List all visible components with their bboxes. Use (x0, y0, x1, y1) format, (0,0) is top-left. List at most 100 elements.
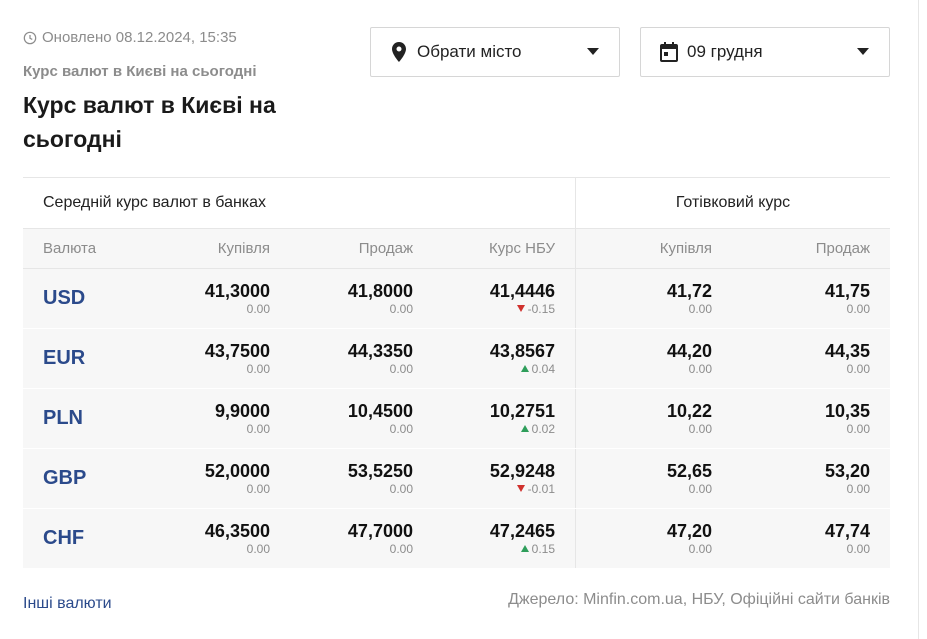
nbu-cell-change: 0.02 (520, 421, 555, 437)
cash-buy-cell-change-text: 0.00 (688, 541, 712, 556)
buy-cell-value: 52,0000 (204, 460, 270, 481)
currency-cell: GBP (23, 449, 126, 508)
updated-timestamp: Оновлено 08.12.2024, 15:35 (23, 29, 237, 46)
sell-cell-value: 10,4500 (347, 400, 413, 421)
sell-cell-value: 44,3350 (347, 340, 413, 361)
sell-cell-change: 0.00 (390, 301, 413, 317)
calendar-icon (660, 42, 678, 62)
date-select-label: 09 грудня (687, 42, 763, 61)
table-row: PLN 9,9000 0.00 10,4500 0.00 10,2751 0.0… (23, 389, 890, 449)
chevron-down-icon (857, 48, 869, 55)
cash-buy-cell: 10,22 0.00 (576, 389, 712, 448)
currency-code[interactable]: PLN (43, 407, 83, 430)
date-select[interactable]: 09 грудня (640, 27, 890, 77)
nbu-cell-change-text: 0.02 (531, 421, 555, 436)
table-row: USD 41,3000 0.00 41,8000 0.00 41,4446 -0… (23, 269, 890, 329)
page-title: Курс валют в Києві на сьогодні (23, 92, 276, 152)
nbu-cell-value: 10,2751 (489, 400, 555, 421)
cash-buy-cell-change: 0.00 (689, 541, 712, 557)
cash-sell-cell-change: 0.00 (847, 361, 870, 377)
col-cash-sell: Продаж (815, 240, 870, 257)
cash-sell-cell-change: 0.00 (847, 541, 870, 557)
cash-sell-cell-value: 10,35 (824, 400, 870, 421)
nbu-cell: 43,8567 0.04 (413, 329, 576, 388)
cash-sell-cell-change-text: 0.00 (846, 361, 870, 376)
buy-cell-change-text: 0.00 (246, 301, 270, 316)
table-group-header: Середній курс валют в банках Готівковий … (23, 178, 890, 229)
page-edge (918, 0, 927, 639)
arrow-up-icon (520, 365, 529, 372)
cash-sell-cell-change-text: 0.00 (846, 541, 870, 556)
col-cash-buy: Купівля (659, 240, 712, 257)
buy-cell-change: 0.00 (247, 421, 270, 437)
arrow-down-icon (516, 485, 525, 492)
sell-cell-change: 0.00 (390, 361, 413, 377)
currency-code[interactable]: USD (43, 287, 85, 310)
sell-cell-change-text: 0.00 (389, 421, 413, 436)
city-select-label: Обрати місто (417, 42, 522, 61)
buy-cell-change: 0.00 (247, 301, 270, 317)
table-row: CHF 46,3500 0.00 47,7000 0.00 47,2465 0.… (23, 509, 890, 569)
nbu-cell-value: 47,2465 (489, 520, 555, 541)
location-pin-icon (392, 42, 406, 62)
sell-cell-change-text: 0.00 (389, 361, 413, 376)
nbu-cell-value: 41,4446 (489, 280, 555, 301)
nbu-cell-change: -0.01 (516, 481, 555, 497)
updated-text: Оновлено 08.12.2024, 15:35 (42, 29, 237, 46)
buy-cell: 52,0000 0.00 (126, 449, 270, 508)
group-cash-rate: Готівковий курс (675, 194, 791, 211)
col-sell: Продаж (358, 240, 413, 257)
sell-cell-value: 47,7000 (347, 520, 413, 541)
cash-sell-cell: 47,74 0.00 (712, 509, 870, 568)
cash-sell-cell-change-text: 0.00 (846, 301, 870, 316)
cash-sell-cell-change-text: 0.00 (846, 421, 870, 436)
currency-cell: EUR (23, 329, 126, 388)
currency-code[interactable]: CHF (43, 527, 84, 550)
buy-cell-change: 0.00 (247, 481, 270, 497)
nbu-cell-change-text: -0.15 (527, 301, 555, 316)
buy-cell-change: 0.00 (247, 541, 270, 557)
buy-cell-value: 43,7500 (204, 340, 270, 361)
cash-buy-cell: 47,20 0.00 (576, 509, 712, 568)
clock-icon (23, 31, 37, 44)
nbu-cell: 52,9248 -0.01 (413, 449, 576, 508)
group-bank-average: Середній курс валют в банках (23, 178, 576, 228)
other-currencies-link[interactable]: Інші валюти (23, 595, 112, 613)
buy-cell-value: 41,3000 (204, 280, 270, 301)
cash-buy-cell: 41,72 0.00 (576, 269, 712, 328)
cash-buy-cell-value: 47,20 (666, 520, 712, 541)
buy-cell-change-text: 0.00 (246, 361, 270, 376)
buy-cell-change: 0.00 (247, 361, 270, 377)
table-row: EUR 43,7500 0.00 44,3350 0.00 43,8567 0.… (23, 329, 890, 389)
sell-cell-change: 0.00 (390, 541, 413, 557)
cash-buy-cell-change: 0.00 (689, 481, 712, 497)
cash-sell-cell-value: 41,75 (824, 280, 870, 301)
cash-sell-cell: 44,35 0.00 (712, 329, 870, 388)
sell-cell-change-text: 0.00 (389, 541, 413, 556)
col-buy: Купівля (217, 240, 270, 257)
rates-table: Середній курс валют в банках Готівковий … (23, 177, 890, 569)
cash-buy-cell-change-text: 0.00 (688, 481, 712, 496)
currency-cell: USD (23, 269, 126, 328)
buy-cell-value: 9,9000 (214, 400, 270, 421)
cash-sell-cell-value: 44,35 (824, 340, 870, 361)
buy-cell-change-text: 0.00 (246, 481, 270, 496)
nbu-cell-change-text: 0.15 (531, 541, 555, 556)
cash-buy-cell-value: 52,65 (666, 460, 712, 481)
cash-buy-cell-value: 41,72 (666, 280, 712, 301)
buy-cell: 41,3000 0.00 (126, 269, 270, 328)
cash-buy-cell-change-text: 0.00 (688, 421, 712, 436)
sell-cell: 10,4500 0.00 (270, 389, 413, 448)
currency-code[interactable]: GBP (43, 467, 86, 490)
cash-sell-cell: 10,35 0.00 (712, 389, 870, 448)
cash-sell-cell-value: 53,20 (824, 460, 870, 481)
chevron-down-icon (587, 48, 599, 55)
cash-buy-cell: 52,65 0.00 (576, 449, 712, 508)
cash-buy-cell-change-text: 0.00 (688, 361, 712, 376)
buy-cell-change-text: 0.00 (246, 541, 270, 556)
city-select[interactable]: Обрати місто (370, 27, 620, 77)
sell-cell: 53,5250 0.00 (270, 449, 413, 508)
currency-code[interactable]: EUR (43, 347, 85, 370)
cash-sell-cell-change: 0.00 (847, 301, 870, 317)
arrow-up-icon (520, 425, 529, 432)
